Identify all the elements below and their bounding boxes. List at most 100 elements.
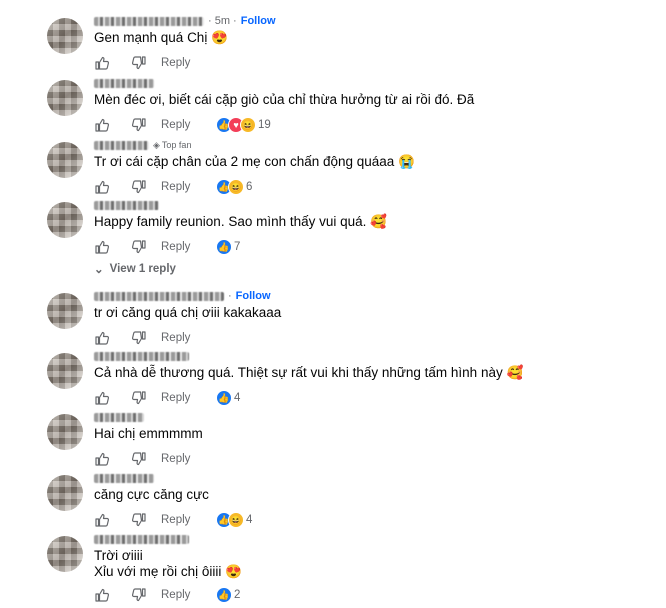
author-name-blurred[interactable] [94,78,154,88]
thumbs-up-icon[interactable] [94,117,110,133]
reply-button[interactable]: Reply [161,181,190,193]
thumbs-up-icon[interactable] [94,390,110,406]
avatar[interactable] [47,536,83,572]
comment-text: Hai chị emmmmm [94,426,203,441]
thumbs-down-icon[interactable] [131,55,147,71]
comment-text: Trời ơiiii [94,548,143,563]
reaction-count: 7 [234,241,241,253]
comment-author-row [94,410,144,424]
comment-item: · 5m · Follow Gen mạnh quá Chị 😍 Reply [0,12,666,72]
reaction-summary[interactable]: 👍 7 [216,238,240,256]
reply-button[interactable]: Reply [161,514,190,526]
author-name-blurred[interactable] [94,473,154,483]
like-reaction-icon: 👍 [216,390,232,406]
haha-reaction-icon: 😆 [228,512,244,528]
comment-text: căng cực căng cực [94,487,209,502]
follow-button[interactable]: Follow [241,15,276,27]
comment-author-row: · 5m · Follow [94,14,276,28]
author-name-blurred[interactable] [94,291,224,301]
thumbs-up-icon[interactable] [94,55,110,71]
thumbs-down-icon[interactable] [131,451,147,467]
haha-reaction-icon: 😆 [228,179,244,195]
avatar[interactable] [47,18,83,54]
comment-item: căng cực căng cực Reply 👍 😆 4 [0,469,666,529]
comment-author-row [94,471,154,485]
reaction-summary[interactable]: 👍 4 [216,389,240,407]
comment-item: Trời ơiiii Xỉu với mẹ rồi chị ôiiii 😍 Repl… [0,530,666,603]
thumbs-down-icon[interactable] [131,587,147,603]
comment-time[interactable]: · 5m · [208,15,237,27]
reaction-summary[interactable]: 👍 2 [216,586,240,604]
thumbs-up-icon[interactable] [94,451,110,467]
comment-actions: Reply [94,586,190,604]
reaction-count: 6 [246,181,253,193]
comment-actions: Reply [94,178,190,196]
reply-button[interactable]: Reply [161,119,190,131]
reply-button[interactable]: Reply [161,453,190,465]
thumbs-up-icon[interactable] [94,587,110,603]
comment-text: Cả nhà dễ thương quá. Thiệt sự rất vui k… [94,365,524,380]
reaction-count: 19 [258,119,271,131]
view-replies-label: View 1 reply [109,263,176,275]
comment-actions: Reply [94,238,190,256]
author-name-blurred[interactable] [94,351,189,361]
avatar[interactable] [47,80,83,116]
reply-button[interactable]: Reply [161,332,190,344]
comment-author-row [94,349,189,363]
thumbs-down-icon[interactable] [131,179,147,195]
reply-button[interactable]: Reply [161,57,190,69]
reply-button[interactable]: Reply [161,241,190,253]
reaction-summary[interactable]: 👍 ♥ 😆 19 [216,116,271,134]
comment-actions: Reply [94,511,190,529]
thumbs-down-icon[interactable] [131,390,147,406]
comment-item: Happy family reunion. Sao mình thấy vui … [0,196,666,276]
comment-actions: Reply [94,389,190,407]
avatar[interactable] [47,142,83,178]
comment-author-row [94,532,189,546]
comment-item: Mèn đéc ơi, biết cái cặp giò của chỉ thừ… [0,74,666,134]
separator-dot: · [228,290,232,302]
thumbs-up-icon[interactable] [94,330,110,346]
reply-button[interactable]: Reply [161,589,190,601]
view-replies-link[interactable]: ⌄ View 1 reply [94,262,176,276]
comment-item: · Follow tr ơi căng quá chị ơiii kakakaaa R… [0,287,666,347]
top-fan-label: Top fan [161,140,192,150]
author-name-blurred[interactable] [94,140,149,150]
follow-button[interactable]: Follow [236,290,271,302]
thumbs-down-icon[interactable] [131,239,147,255]
comment-actions: Reply [94,54,190,72]
comment-author-row [94,76,154,90]
comment-text: Mèn đéc ơi, biết cái cặp giò của chỉ thừ… [94,92,475,107]
comment-text: Tr ơi cái cặp chân của 2 mẹ con chấn độn… [94,154,415,169]
avatar[interactable] [47,202,83,238]
thumbs-up-icon[interactable] [94,512,110,528]
avatar[interactable] [47,414,83,450]
reaction-count: 2 [234,589,241,601]
author-name-blurred[interactable] [94,200,159,210]
avatar[interactable] [47,353,83,389]
avatar[interactable] [47,293,83,329]
thumbs-down-icon[interactable] [131,330,147,346]
thumbs-down-icon[interactable] [131,117,147,133]
avatar[interactable] [47,475,83,511]
chevron-down-icon: ⌄ [94,264,104,276]
comment-author-row: · Follow [94,289,271,303]
top-fan-badge: ◈ Top fan [153,140,191,151]
comment-actions: Reply [94,329,190,347]
author-name-blurred[interactable] [94,412,144,422]
thumbs-up-icon[interactable] [94,179,110,195]
reaction-count: 4 [246,514,253,526]
like-reaction-icon: 👍 [216,239,232,255]
reaction-summary[interactable]: 👍 😆 4 [216,511,252,529]
reaction-summary[interactable]: 👍 😆 6 [216,178,252,196]
author-name-blurred[interactable] [94,534,189,544]
thumbs-up-icon[interactable] [94,239,110,255]
thumbs-down-icon[interactable] [131,512,147,528]
like-reaction-icon: 👍 [216,587,232,603]
comment-actions: Reply [94,450,190,468]
reply-button[interactable]: Reply [161,392,190,404]
author-name-blurred[interactable] [94,16,204,26]
comment-text: Gen mạnh quá Chị 😍 [94,30,228,45]
comment-text: Happy family reunion. Sao mình thấy vui … [94,214,387,229]
comment-text: tr ơi căng quá chị ơiii kakakaaa [94,305,282,320]
